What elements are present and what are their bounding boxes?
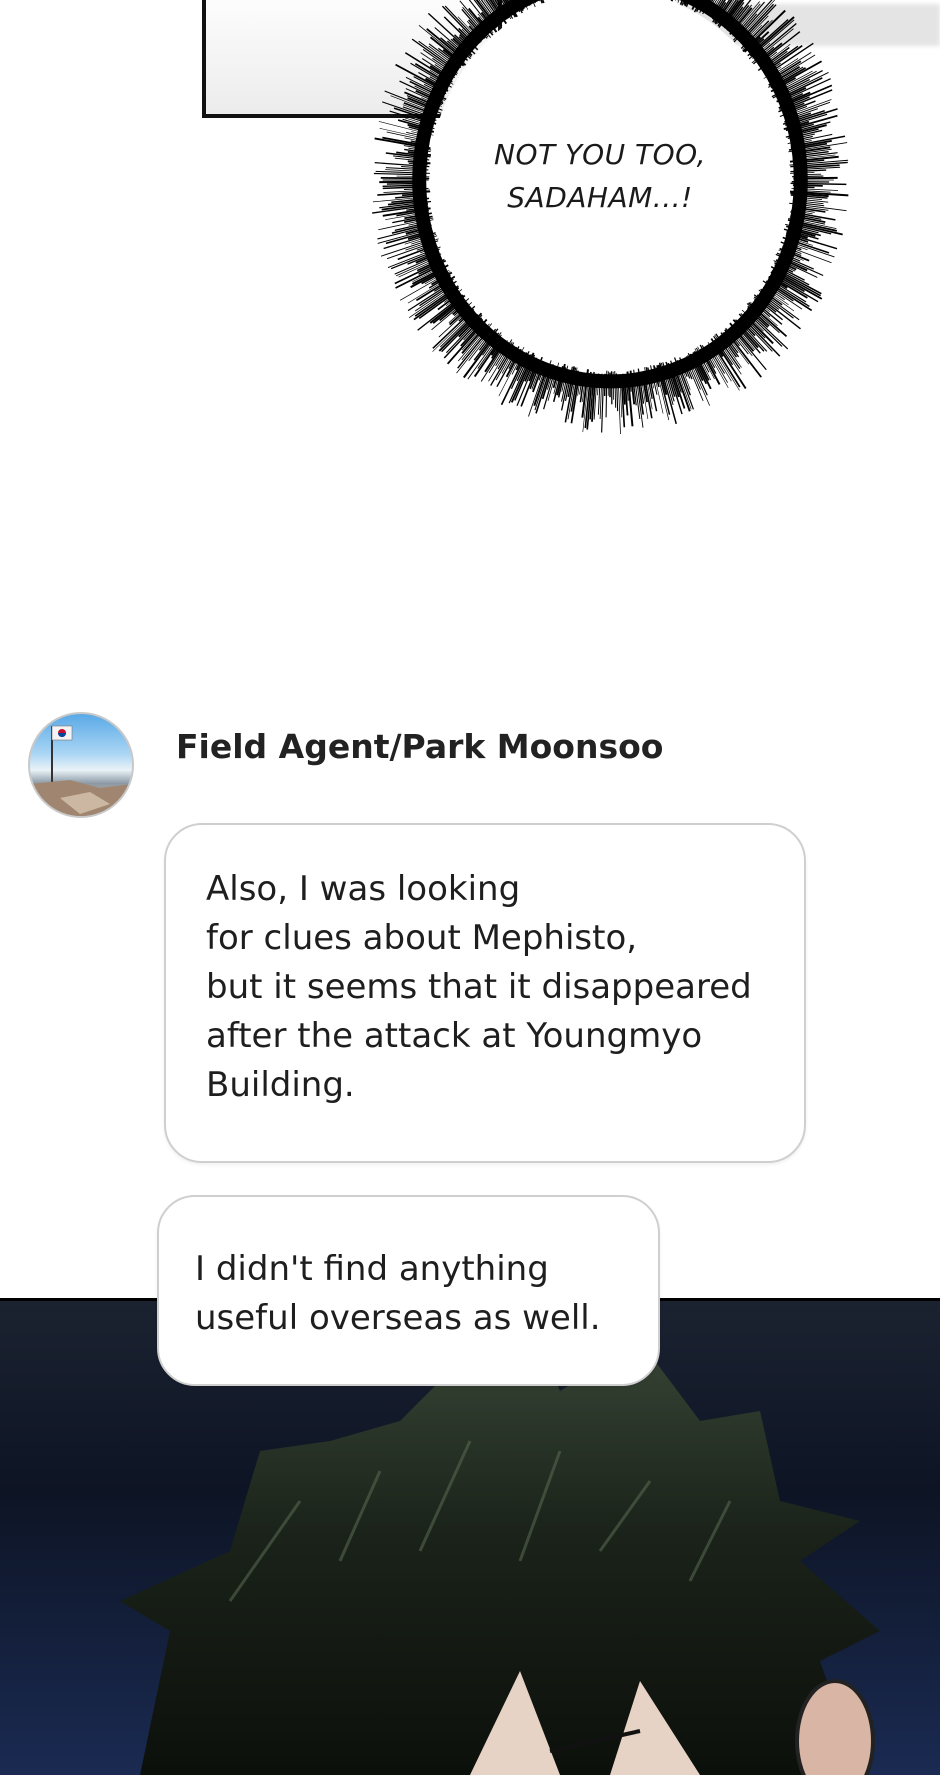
- burst-speech-text: NOT YOU TOO, SADAHAM...!: [480, 133, 720, 219]
- flag-icon: [30, 714, 132, 816]
- message-bubble-1: Also, I was looking for clues about Meph…: [164, 823, 806, 1163]
- avatar[interactable]: [28, 712, 134, 818]
- sender-name: Field Agent/Park Moonsoo: [176, 727, 663, 766]
- speech-burst: [370, 0, 890, 440]
- message-bubble-2: I didn't find anything useful overseas a…: [157, 1195, 660, 1386]
- message-text-1: Also, I was looking for clues about Meph…: [206, 865, 766, 1110]
- message-text-2: I didn't find anything useful overseas a…: [195, 1245, 626, 1343]
